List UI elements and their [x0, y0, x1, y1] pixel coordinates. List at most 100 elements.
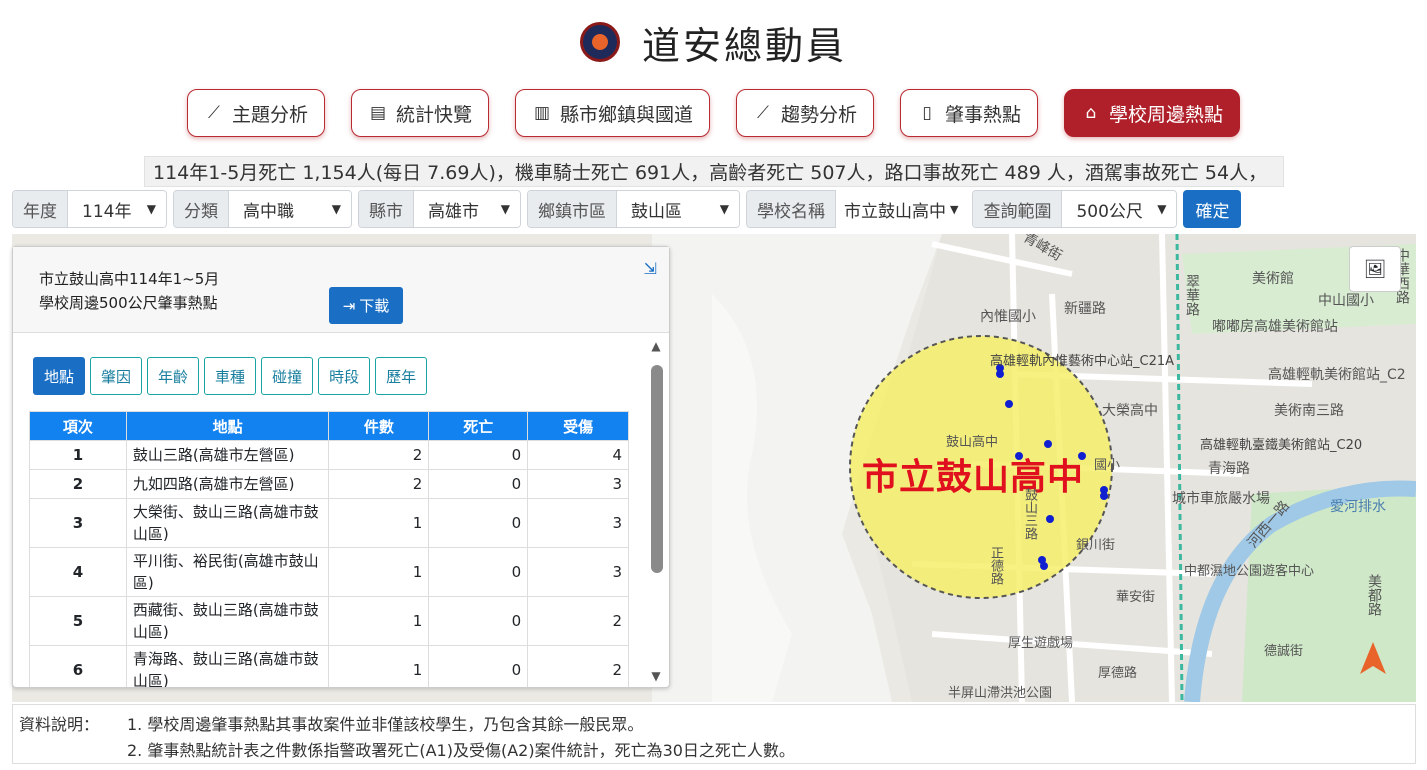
year-filter: 年度 114年 ▼: [12, 190, 167, 228]
chevron-down-icon: ▼: [1157, 202, 1167, 216]
map-place-label: 高雄輕軌臺鐵美術館站_C20: [1200, 438, 1363, 453]
panel-header: 市立鼓山高中114年1~5月 學校周邊500公尺肇事熱點 ⇲ ⇥ 下載: [13, 247, 669, 333]
map-place-label: 厚生遊戲場: [1008, 636, 1074, 651]
download-button[interactable]: ⇥ 下載: [329, 287, 403, 324]
panel-title-line1: 市立鼓山高中114年1~5月: [39, 270, 220, 288]
nav-school-hotspot-button[interactable]: ⌂ 學校周邊熱點: [1064, 89, 1241, 137]
stats-ticker: 114年1-5月死亡 1,154人(每日 7.69人)，機車騎士死亡 691人，…: [144, 156, 1284, 187]
bar-chart-icon: ▥: [533, 103, 551, 123]
page-title: 道安總動員: [641, 23, 847, 68]
tab-age[interactable]: 年齡: [147, 357, 200, 395]
range-filter: 查詢範圍 500公尺 ▼: [972, 190, 1178, 228]
notes-line: 1. 學校周邊肇事熱點其事故案件並非僅該校學生，乃包含其餘一般民眾。: [127, 715, 644, 734]
nav-stats-overview-button[interactable]: ▤ 統計快覽: [350, 89, 489, 137]
category-select[interactable]: 高中職 ▼: [229, 191, 351, 227]
school-icon: ⌂: [1085, 103, 1097, 123]
map-image-button[interactable]: 🖼: [1349, 246, 1401, 292]
filter-bar: 年度 114年 ▼ 分類 高中職 ▼ 縣市 高雄市 ▼ 鄉鎮市區 鼓山區 ▼ 學校名稱 …: [12, 190, 1242, 228]
map-place-label: 國小: [1094, 458, 1121, 473]
notes-label: 資料說明：: [19, 715, 100, 734]
panel-title-line2: 學校周邊500公尺肇事熱點: [39, 294, 218, 312]
tab-cause[interactable]: 肇因: [90, 357, 143, 395]
table-row: 3 大榮街、鼓山三路(高雄市鼓山區) 1 0 3: [29, 498, 629, 548]
table-row: 6 青海路、鼓山三路(高雄市鼓山區) 1 0 2: [29, 645, 629, 687]
school-filter: 學校名稱 市立鼓山高中 ▼: [746, 190, 966, 228]
scroll-up-icon[interactable]: ▲: [649, 339, 663, 353]
police-logo-icon: [579, 22, 620, 62]
caret-down-icon: ▼: [950, 202, 959, 216]
county-filter: 縣市 高雄市 ▼: [358, 190, 521, 228]
map-place-label: 厚德路: [1098, 666, 1138, 681]
north-arrow-icon: [1360, 642, 1386, 674]
scroll-down-icon[interactable]: ▼: [649, 669, 663, 683]
map-place-label: 美術南三路: [1274, 403, 1344, 419]
data-notes: 資料說明： 1. 學校周邊肇事熱點其事故案件並非僅該校學生，乃包含其餘一般民眾。…: [12, 704, 1416, 764]
map-place-label: 正德路: [988, 546, 1003, 585]
tab-time[interactable]: 時段: [318, 357, 371, 395]
nav-county-town-highway-button[interactable]: ▥ 縣市鄉鎮與國道: [514, 89, 710, 137]
nav-trend-analysis-button[interactable]: ⟋ 趨勢分析: [736, 89, 875, 137]
panel-scrollbar[interactable]: ▲ ▼: [649, 337, 663, 683]
town-select[interactable]: 鼓山區 ▼: [617, 191, 739, 227]
map-place-label: 新疆路: [1064, 301, 1106, 317]
county-select[interactable]: 高雄市 ▼: [414, 191, 520, 227]
map-place-label: 德誠街: [1264, 644, 1304, 659]
map-place-label: 鼓山三路: [1022, 488, 1037, 540]
chevron-down-icon: ▼: [719, 202, 729, 216]
map-place-label: 美都路: [1366, 574, 1382, 616]
line-chart-icon: ⟋: [757, 103, 769, 123]
map-place-label: 鼓山高中: [946, 435, 999, 450]
nav-theme-analysis-button[interactable]: ⟋ 主題分析: [186, 89, 325, 137]
map-place-label: 華安街: [1116, 590, 1156, 605]
col-header[interactable]: 項次: [29, 411, 127, 441]
tab-vehicle[interactable]: 車種: [204, 357, 257, 395]
main-nav: ⟋ 主題分析 ▤ 統計快覽 ▥ 縣市鄉鎮與國道 ⟋ 趨勢分析 ▯ 肇事熱點 ⌂ …: [0, 89, 1427, 137]
chevron-down-icon: ▼: [500, 202, 510, 216]
town-filter: 鄉鎮市區 鼓山區 ▼: [527, 190, 740, 228]
table-row: 5 西藏街、鼓山三路(高雄市鼓山區) 1 0 2: [29, 596, 629, 646]
collapse-icon[interactable]: ⇲: [644, 259, 657, 278]
map-place-label: 青海路: [1208, 461, 1250, 477]
map-place-label: 半屏山滯洪池公園: [948, 686, 1053, 701]
confirm-button[interactable]: 確定: [1183, 190, 1242, 228]
map-place-label: 中山國小: [1318, 293, 1374, 309]
hotspot-table: 項次 地點 件數 死亡 受傷 1 鼓山三路(高雄市左營區) 2 0 4 2 九如: [29, 411, 629, 687]
range-select[interactable]: 500公尺 ▼: [1062, 191, 1177, 227]
col-header[interactable]: 件數: [328, 411, 430, 441]
col-header[interactable]: 死亡: [428, 411, 529, 441]
map-place-label: 嘟嘟房高雄美術館站: [1212, 319, 1338, 335]
year-select[interactable]: 114年 ▼: [68, 191, 166, 227]
page-header: 道安總動員: [0, 14, 1427, 70]
col-header[interactable]: 受傷: [527, 411, 629, 441]
panel-tabs: 地點 肇因 年齡 車種 碰撞 時段 歷年: [33, 357, 428, 395]
newspaper-icon: ▤: [369, 103, 386, 123]
map-place-label: 中都濕地公園遊客中心: [1184, 564, 1315, 579]
hotspot-panel: 市立鼓山高中114年1~5月 學校周邊500公尺肇事熱點 ⇲ ⇥ 下載 地點 肇…: [12, 246, 670, 688]
table-row: 1 鼓山三路(高雄市左營區) 2 0 4: [29, 440, 629, 470]
map-place-label: 翠華路: [1184, 274, 1200, 316]
tab-collision[interactable]: 碰撞: [261, 357, 314, 395]
map-place-label: 美術館: [1252, 271, 1294, 287]
map-place-label: 內惟國小: [980, 309, 1036, 325]
category-filter: 分類 高中職 ▼: [173, 190, 352, 228]
map-place-label: 愛河排水: [1330, 499, 1386, 515]
table-row: 4 平川街、裕民街(高雄市鼓山區) 1 0 3: [29, 547, 629, 597]
scroll-thumb[interactable]: [651, 365, 663, 573]
school-dropdown[interactable]: 市立鼓山高中 ▼: [836, 190, 966, 228]
map-school-label: 市立鼓山高中: [862, 457, 1085, 498]
line-chart-icon: ⟋: [208, 103, 220, 123]
map-icon: ▯: [922, 103, 932, 123]
image-icon: 🖼: [1363, 258, 1387, 280]
file-export-icon: ⇥: [342, 296, 356, 315]
notes-line: 2. 肇事熱點統計表之件數係指警政署死亡(A1)及受傷(A2)案件統計，死亡為3…: [127, 741, 795, 760]
tab-location[interactable]: 地點: [33, 357, 86, 395]
map-place-label: 高雄輕軌內惟藝術中心站_C21A: [990, 354, 1175, 369]
nav-accident-hotspot-button[interactable]: ▯ 肇事熱點: [900, 89, 1039, 137]
chevron-down-icon: ▼: [146, 202, 156, 216]
map-place-label: 高雄輕軌美術館站_C2: [1268, 367, 1406, 383]
map-place-label: 銀川街: [1076, 538, 1116, 553]
col-header[interactable]: 地點: [125, 411, 330, 441]
map-place-label: 大榮高中: [1102, 403, 1158, 419]
table-row: 2 九如四路(高雄市左營區) 2 0 3: [29, 469, 629, 499]
tab-history[interactable]: 歷年: [375, 357, 428, 395]
